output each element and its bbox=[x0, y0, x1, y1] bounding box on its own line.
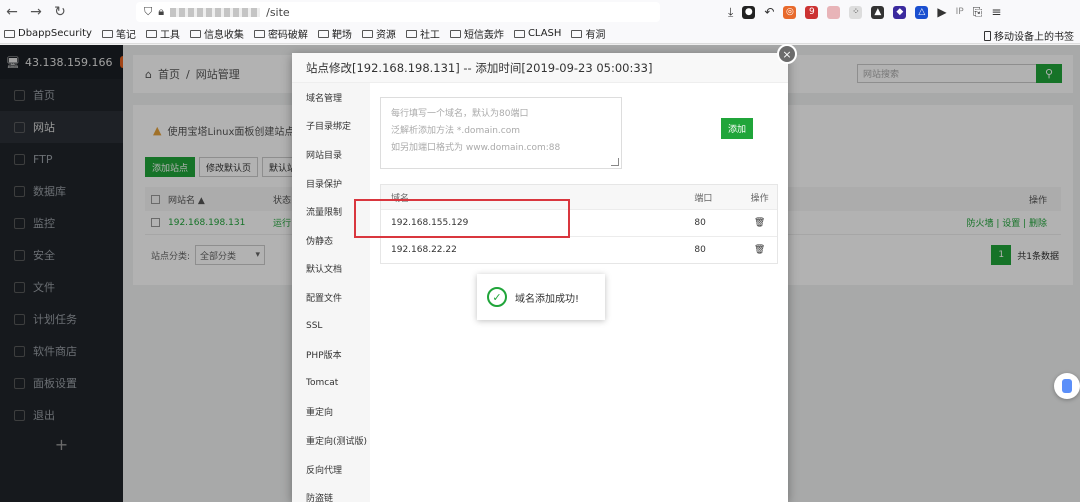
col-port: 端口 bbox=[694, 193, 713, 204]
bookmarks-bar: DbappSecurity 笔记 工具 信息收集 密码破解 靶场 资源 社工 短信轰炸 CLASH… bbox=[0, 24, 1080, 44]
folder-icon bbox=[101, 29, 113, 38]
modal-nav-item[interactable]: Tomcat bbox=[292, 369, 370, 398]
check-icon: ✓ bbox=[487, 287, 507, 307]
ip-extension[interactable]: IP bbox=[956, 7, 964, 17]
col-action: 操作 bbox=[750, 193, 769, 204]
back-icon[interactable]: ← bbox=[0, 0, 24, 24]
bookmark-label: DbappSecurity bbox=[18, 28, 92, 39]
trash-icon[interactable]: 🗑︎ bbox=[742, 218, 777, 228]
modal-nav-item[interactable]: 反向代理 bbox=[292, 455, 370, 484]
bookmark-item[interactable]: 短信轰炸 bbox=[449, 26, 504, 41]
folder-icon bbox=[449, 29, 461, 38]
bookmark-item[interactable]: CLASH bbox=[513, 28, 562, 39]
extension-icon[interactable]: ◎ bbox=[783, 5, 797, 19]
bookmark-item[interactable]: 资源 bbox=[361, 26, 396, 41]
table-row: 192.168.22.22 80 🗑︎ bbox=[381, 236, 777, 263]
resize-handle-icon[interactable] bbox=[611, 158, 619, 166]
bookmark-item[interactable]: 靶场 bbox=[317, 26, 352, 41]
placeholder-line: 如另加端口格式为 www.domain.com:88 bbox=[391, 143, 561, 153]
modal-nav: 域名管理 子目录绑定 网站目录 目录保护 流量限制 伪静态 默认文档 配置文件 SSL PHP版本… bbox=[292, 83, 370, 502]
extension-icon[interactable] bbox=[827, 5, 841, 19]
bookmark-label: 社工 bbox=[419, 30, 440, 41]
highlight-box bbox=[354, 199, 570, 238]
placeholder-line: 泛解析添加方法 *.domain.com bbox=[391, 126, 521, 136]
bookmark-label: CLASH bbox=[527, 28, 562, 39]
bookmark-label: 笔记 bbox=[115, 30, 136, 41]
folder-icon bbox=[253, 29, 265, 38]
floating-helper-button[interactable] bbox=[1054, 373, 1080, 399]
extension-icon[interactable]: △ bbox=[915, 5, 929, 19]
bookmark-item[interactable]: 有洞 bbox=[571, 26, 605, 41]
forward-icon[interactable]: → bbox=[24, 0, 48, 24]
download-icon[interactable]: ⤓ bbox=[728, 5, 733, 20]
bookmark-label: 信息收集 bbox=[203, 30, 244, 41]
folder-icon bbox=[145, 29, 157, 38]
toast-message: 域名添加成功! bbox=[515, 293, 580, 305]
undo-icon[interactable]: ↶ bbox=[764, 5, 774, 19]
domain-textarea[interactable]: 每行填写一个域名，默认为80端口 泛解析添加方法 *.domain.com 如另… bbox=[380, 97, 622, 169]
port-cell: 80 bbox=[694, 218, 706, 228]
close-icon[interactable]: × bbox=[777, 44, 797, 64]
extension-badge-icon[interactable]: 9 bbox=[805, 5, 819, 19]
modal-nav-item[interactable]: 重定向 bbox=[292, 398, 370, 427]
modal-nav-item[interactable]: 默认文档 bbox=[292, 255, 370, 284]
folder-icon bbox=[361, 29, 373, 38]
folder-icon bbox=[571, 29, 583, 38]
bookmark-item[interactable]: 社工 bbox=[405, 26, 440, 41]
bookmark-item[interactable]: 笔记 bbox=[101, 26, 136, 41]
puzzle-icon[interactable]: ⎘ bbox=[973, 5, 983, 20]
modal-nav-item[interactable]: 域名管理 bbox=[292, 83, 370, 112]
folder-icon bbox=[189, 29, 201, 38]
modal-nav-item[interactable]: 网站目录 bbox=[292, 140, 370, 169]
extension-icon[interactable]: ⁘ bbox=[849, 5, 863, 19]
modal-nav-item[interactable]: PHP版本 bbox=[292, 340, 370, 369]
port-cell: 80 bbox=[694, 245, 706, 255]
bookmark-label: 资源 bbox=[375, 30, 396, 41]
lock-icon: 🔒︎ bbox=[158, 5, 165, 18]
extension-icon[interactable]: ◆ bbox=[893, 5, 907, 19]
modal-nav-item[interactable]: 目录保护 bbox=[292, 169, 370, 198]
menu-icon[interactable]: ≡ bbox=[991, 5, 1001, 19]
bookmark-label: 短信轰炸 bbox=[463, 30, 504, 41]
modal-nav-item[interactable]: 配置文件 bbox=[292, 283, 370, 312]
folder-icon bbox=[317, 29, 329, 38]
bookmark-item[interactable]: 工具 bbox=[145, 26, 180, 41]
mobile-bookmarks-label: 移动设备上的书签 bbox=[994, 32, 1074, 43]
bookmark-label: 靶场 bbox=[331, 30, 352, 41]
bookmark-item[interactable]: 信息收集 bbox=[189, 26, 244, 41]
bookmark-item[interactable]: 密码破解 bbox=[253, 26, 308, 41]
extension-icon[interactable]: ▲ bbox=[871, 5, 885, 19]
folder-icon bbox=[513, 29, 525, 38]
reload-icon[interactable]: ↻ bbox=[48, 0, 72, 24]
modal-nav-item[interactable]: 子目录绑定 bbox=[292, 112, 370, 141]
url-blurred bbox=[170, 7, 261, 17]
modal-nav-item[interactable]: 防盗链 bbox=[292, 483, 370, 502]
address-bar[interactable]: ⛉ 🔒︎ /site bbox=[136, 2, 660, 22]
bookmark-label: 密码破解 bbox=[267, 30, 308, 41]
folder-icon bbox=[4, 29, 15, 38]
trash-icon[interactable]: 🗑︎ bbox=[742, 245, 777, 255]
shield-icon: ⛉ bbox=[144, 5, 153, 18]
mobile-bookmarks[interactable]: 移动设备上的书签 bbox=[984, 28, 1074, 43]
modal-nav-item[interactable]: 重定向(测试版) bbox=[292, 426, 370, 455]
bookmark-label: 工具 bbox=[159, 30, 180, 41]
modal-nav-item[interactable]: SSL bbox=[292, 312, 370, 341]
helper-icon bbox=[1062, 379, 1072, 393]
add-domain-button[interactable]: 添加 bbox=[721, 118, 753, 139]
modal-title: 站点修改[192.168.198.131] -- 添加时间[2019-09-23… bbox=[292, 53, 788, 83]
folder-icon bbox=[405, 29, 417, 38]
bookmark-item[interactable]: DbappSecurity bbox=[4, 28, 92, 39]
bookmark-label: 有洞 bbox=[585, 30, 606, 41]
phone-icon bbox=[984, 30, 991, 41]
domain-cell: 192.168.22.22 bbox=[391, 245, 457, 255]
browser-toolbar: ← → ↻ ⛉ 🔒︎ /site ⤓ ● ↶ ◎ 9 ⁘ ▲ ◆ △ ▶ IP … bbox=[0, 0, 1080, 24]
extension-icon[interactable]: ● bbox=[742, 5, 756, 19]
success-toast: ✓ 域名添加成功! bbox=[477, 274, 605, 320]
placeholder-line: 每行填写一个域名，默认为80端口 bbox=[391, 109, 529, 119]
play-icon[interactable]: ▶ bbox=[937, 5, 946, 19]
url-text: /site bbox=[266, 5, 290, 19]
extensions-bar: ⤓ ● ↶ ◎ 9 ⁘ ▲ ◆ △ ▶ IP ⎘ ≡ bbox=[728, 0, 1001, 24]
